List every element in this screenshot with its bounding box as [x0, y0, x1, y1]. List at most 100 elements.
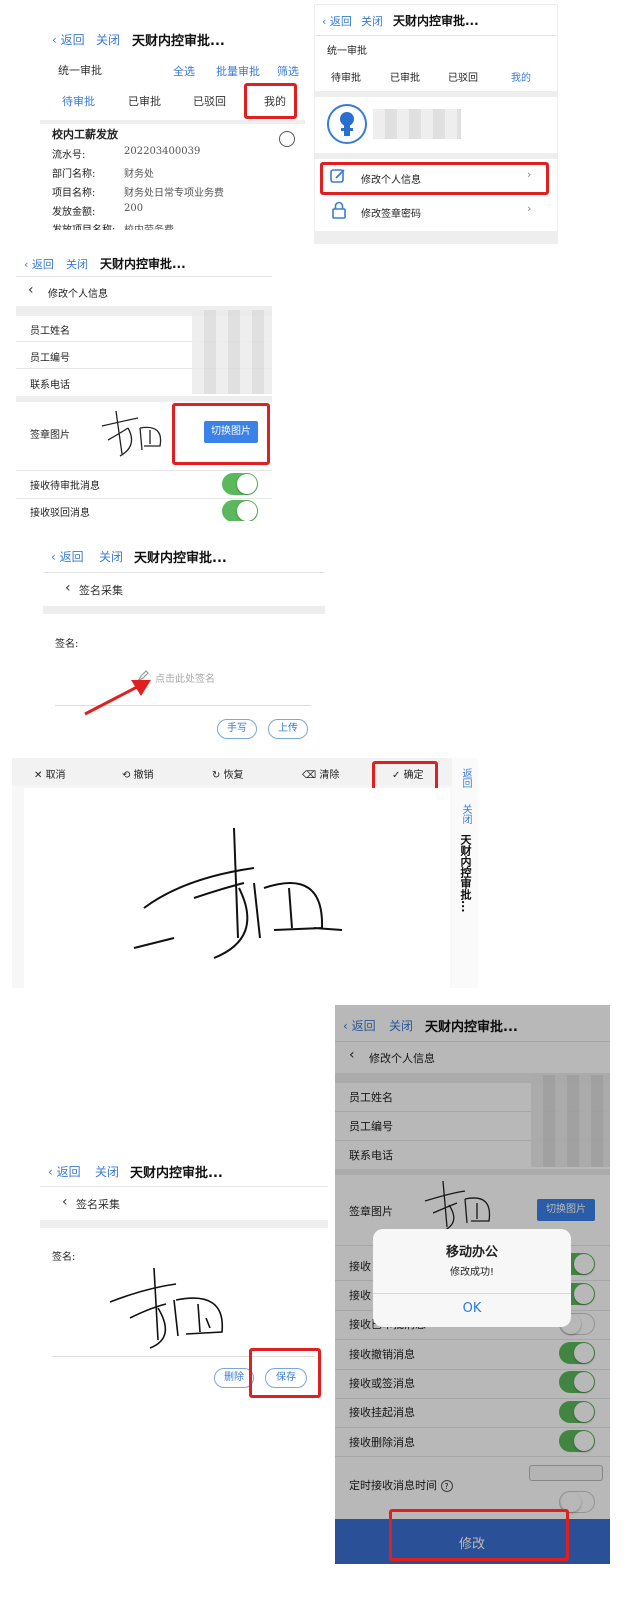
redo-button[interactable]: ↻ 恢复 — [212, 766, 244, 781]
tab-approved[interactable]: 已审批 — [128, 93, 161, 109]
dialog-ok-button[interactable]: OK — [373, 1301, 571, 1316]
filter-button[interactable]: 筛选 — [277, 63, 299, 79]
blurred-name — [373, 109, 461, 139]
field-label-dept: 部门名称: — [52, 169, 96, 180]
divider — [16, 276, 272, 277]
toolbar-label: 恢复 — [223, 770, 244, 781]
row-employee-name: 员工姓名 — [30, 326, 70, 337]
tab-approved[interactable]: 已审批 — [390, 69, 420, 84]
edit-profile-success-panel: ‹ 返回 关闭 天财内控审批... ‹ 修改个人信息 员工姓名 员工编号 联系电… — [335, 1005, 610, 1564]
dialog-title: 移动办公 — [445, 1245, 498, 1260]
upload-button[interactable]: 上传 — [268, 719, 308, 739]
divider — [315, 153, 557, 159]
close-link[interactable]: 关闭 — [99, 548, 123, 565]
field-value-serial: 202203400039 — [124, 146, 201, 157]
edit-profile-panel: ‹ 返回 关闭 天财内控审批... ‹ 修改个人信息 员工姓名 员工编号 联系电… — [16, 246, 272, 521]
toolbar-label: 清除 — [319, 770, 340, 781]
row-employee-id: 员工编号 — [30, 353, 70, 364]
back-arrow-icon[interactable]: ‹ — [62, 1194, 68, 1210]
back-link[interactable]: ‹ 返回 — [24, 256, 54, 272]
signature-image — [101, 410, 162, 457]
page-title: 天财内控审批... — [130, 1166, 223, 1181]
drawing-canvas[interactable] — [24, 788, 450, 988]
toggle-switch[interactable] — [222, 473, 258, 495]
item-title: 校内工薪发放 — [52, 128, 118, 141]
section-label: 统一审批 — [58, 64, 102, 77]
toolbar-label: 撤销 — [133, 770, 154, 781]
field-value-amount: 200 — [124, 203, 144, 214]
tab-pending[interactable]: 待审批 — [62, 93, 95, 109]
back-label: 返回 — [31, 258, 54, 271]
cancel-button[interactable]: ✕ 取消 — [34, 766, 66, 781]
highlight-box — [320, 162, 549, 195]
back-link[interactable]: ‹ 返回 — [48, 1163, 81, 1180]
handwrite-button[interactable]: 手写 — [217, 719, 257, 739]
lock-icon — [332, 201, 346, 219]
toggle-label: 接收待审批消息 — [30, 481, 100, 492]
sign-label: 签名: — [52, 1252, 76, 1263]
avatar — [327, 104, 367, 144]
field-value-project: 财务处日常专项业务费 — [124, 188, 224, 199]
tab-rejected[interactable]: 已驳回 — [448, 69, 478, 84]
field-value-item: 校内劳务费 — [124, 221, 174, 230]
menu-sign-password[interactable]: 修改签章密码 › — [315, 199, 557, 225]
delete-button[interactable]: 删除 — [214, 1368, 254, 1388]
approval-list-panel: ‹ 返回 关闭 天财内控审批... 统一审批 全选 批量审批 筛选 待审批 已审… — [40, 20, 305, 230]
field-label-project: 项目名称: — [52, 188, 96, 199]
back-label: 返回 — [56, 1165, 81, 1179]
page-title: 天财内控审批... — [100, 257, 186, 271]
divider — [315, 35, 557, 36]
close-link[interactable]: 关闭 — [361, 13, 383, 29]
highlight-box — [389, 1509, 569, 1561]
side-back-link[interactable]: 返回 — [458, 768, 473, 788]
subtitle: 签名采集 — [76, 1198, 120, 1211]
divider — [40, 1220, 328, 1228]
back-arrow-icon[interactable]: ‹ — [65, 580, 71, 596]
user-icon — [340, 112, 354, 136]
back-link[interactable]: ‹ 返回 — [51, 548, 84, 565]
menu-label: 修改签章密码 — [361, 209, 421, 220]
undo-button[interactable]: ⟲ 撤销 — [122, 766, 154, 781]
sign-label: 签名: — [55, 639, 79, 650]
field-value-dept: 财务处 — [124, 169, 154, 180]
highlight-box — [372, 761, 438, 791]
toggle-switch[interactable] — [222, 500, 258, 521]
close-link[interactable]: 关闭 — [95, 1163, 119, 1180]
clear-button[interactable]: ⌫ 清除 — [302, 766, 339, 781]
batch-approve-button[interactable]: 批量审批 — [216, 63, 260, 79]
side-nav: 返回 关闭 天财内控审批... — [452, 758, 478, 988]
back-link[interactable]: ‹ 返回 — [52, 31, 85, 48]
divider — [43, 606, 325, 614]
back-link[interactable]: ‹ 返回 — [322, 13, 352, 29]
highlight-box — [172, 403, 270, 465]
toolbar-label: 取消 — [45, 770, 66, 781]
select-all-button[interactable]: 全选 — [173, 63, 195, 79]
close-link[interactable]: 关闭 — [96, 31, 120, 48]
side-title: 天财内控审批... — [459, 834, 472, 913]
divider — [373, 1293, 571, 1294]
section-label: 统一审批 — [327, 46, 367, 57]
signature-image — [109, 1267, 224, 1349]
subtitle: 修改个人信息 — [48, 289, 108, 300]
page-title: 天财内控审批... — [393, 14, 479, 28]
tab-rejected[interactable]: 已驳回 — [193, 93, 226, 109]
tab-mine[interactable]: 我的 — [511, 69, 531, 84]
field-label-item: 发放项目名称: — [52, 221, 115, 230]
highlight-box — [249, 1348, 321, 1398]
close-link[interactable]: 关闭 — [66, 256, 88, 272]
toggle-label: 接收驳回消息 — [30, 508, 90, 519]
subtitle: 签名采集 — [79, 584, 123, 597]
divider — [16, 396, 272, 402]
row-phone: 联系电话 — [30, 380, 70, 391]
back-arrow-icon[interactable]: ‹ — [28, 282, 34, 298]
blurred-values — [192, 310, 272, 394]
divider — [40, 1186, 328, 1187]
dialog-message: 修改成功! — [449, 1267, 494, 1278]
divider — [16, 470, 272, 471]
signature-placeholder: 点击此处签名 — [155, 674, 215, 685]
select-radio[interactable] — [279, 131, 295, 147]
signature-filled-panel: ‹ 返回 关闭 天财内控审批... ‹ 签名采集 签名: 删除 保存 — [40, 1158, 328, 1403]
side-close-link[interactable]: 关闭 — [458, 804, 473, 824]
tab-pending[interactable]: 待审批 — [331, 69, 361, 84]
arrow-annotation-icon — [84, 680, 151, 716]
